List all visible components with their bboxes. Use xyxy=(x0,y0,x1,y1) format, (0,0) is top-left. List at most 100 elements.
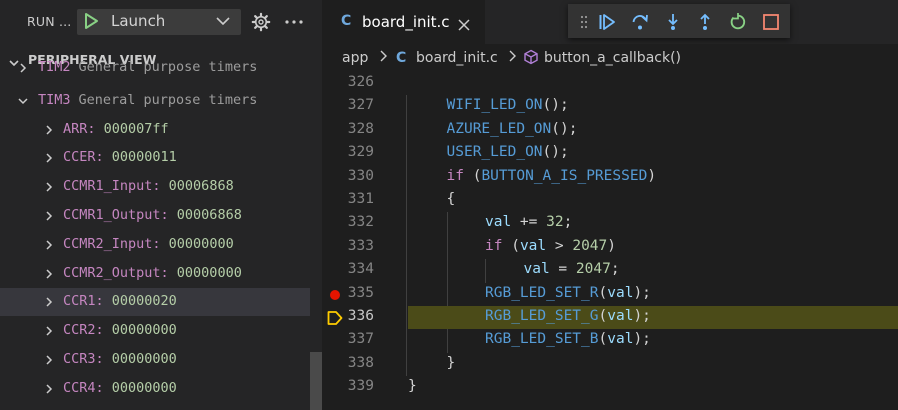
scrollbar-thumb[interactable] xyxy=(310,352,322,410)
register-name: TIM2 xyxy=(38,59,71,75)
chevron-right-icon[interactable] xyxy=(43,152,55,168)
breadcrumb-symbol[interactable]: button_a_callback() xyxy=(544,50,681,66)
tree-row[interactable]: CCMR1_Output: 00006868 xyxy=(0,202,310,230)
chevron-right-icon[interactable] xyxy=(43,210,55,226)
tree-row[interactable]: TIM2 General purpose timers xyxy=(0,54,310,82)
chevron-down-icon[interactable] xyxy=(17,95,29,111)
chevron-right-icon[interactable] xyxy=(43,268,55,284)
step-out-icon[interactable] xyxy=(696,13,714,35)
peripheral-description: General purpose timers xyxy=(78,91,258,108)
play-icon[interactable] xyxy=(82,12,100,34)
code-text: } xyxy=(408,378,417,394)
code-variable: val xyxy=(523,261,550,278)
code-line[interactable]: 338} xyxy=(322,353,898,376)
chevron-right-icon[interactable] xyxy=(43,383,55,399)
code-punctuation: { xyxy=(446,191,456,207)
step-into-icon[interactable] xyxy=(664,13,682,35)
register-name: CCR3: xyxy=(63,351,104,367)
code-line[interactable]: 329 USER_LED_ON(); xyxy=(322,142,898,165)
chevron-right-icon[interactable] xyxy=(17,62,29,78)
register-name: CCMR2_Input: xyxy=(63,235,161,252)
register-value: 00006868 xyxy=(168,207,242,223)
register-value: 00006868 xyxy=(160,178,234,195)
code-line[interactable]: 330 if (BUTTON_A_IS_PRESSED) xyxy=(322,166,898,189)
code-line[interactable]: 334 val = 2047; xyxy=(322,259,898,282)
code-line[interactable]: 327 WIFI_LED_ON(); xyxy=(322,95,898,118)
code-variable: val xyxy=(607,308,634,324)
code-line[interactable]: 335 RGB_LED_SET_R(val); xyxy=(322,283,898,306)
tree-row[interactable]: CCR1: 00000020 xyxy=(0,288,310,317)
code-punctuation: = xyxy=(549,261,576,278)
code-keyword: if xyxy=(485,237,503,254)
tree-row-label: CCMR2_Output: 00000000 xyxy=(63,265,242,281)
code-punctuation: ( xyxy=(463,167,482,184)
tree-row[interactable]: ARR: 000007ff xyxy=(0,116,310,144)
step-over-icon[interactable] xyxy=(631,13,649,35)
chevron-right-icon[interactable] xyxy=(43,124,55,140)
code-line[interactable]: 328 AZURE_LED_ON(); xyxy=(322,119,898,142)
line-number: 334 xyxy=(347,261,374,278)
gear-icon[interactable] xyxy=(251,12,271,36)
code-line[interactable]: 332 val += 32; xyxy=(322,212,898,235)
chevron-right-icon[interactable] xyxy=(43,181,55,197)
code-punctuation: (); xyxy=(551,120,578,137)
editor-tab[interactable]: C board_init.c xyxy=(322,0,485,44)
drag-grip-icon[interactable] xyxy=(580,14,588,33)
code-text: val += 32; xyxy=(485,214,572,230)
code-punctuation: ( xyxy=(598,284,608,301)
line-number: 330 xyxy=(347,167,374,184)
continue-icon[interactable] xyxy=(598,13,616,35)
code-punctuation: ; xyxy=(610,261,620,278)
chevron-down-icon[interactable] xyxy=(214,12,232,34)
tree-row[interactable]: CCER: 00000011 xyxy=(0,144,310,172)
tree-row[interactable]: CCR3: 00000000 xyxy=(0,346,310,374)
stop-icon[interactable] xyxy=(762,13,780,35)
code-line[interactable]: 326 xyxy=(322,72,898,95)
code-text: RGB_LED_SET_G(val); xyxy=(485,308,651,324)
code-text: val = 2047; xyxy=(524,261,620,277)
code-line[interactable]: 336 RGB_LED_SET_G(val); xyxy=(322,306,898,330)
code-punctuation: > xyxy=(546,237,573,254)
code-punctuation: ; xyxy=(563,214,573,231)
code-text: if (val > 2047) xyxy=(485,238,616,254)
code-text: if (BUTTON_A_IS_PRESSED) xyxy=(447,168,657,184)
tree-row-label: CCR2: 00000000 xyxy=(63,322,177,338)
chevron-right-icon[interactable] xyxy=(43,325,55,341)
tree-row-label: CCR3: 00000000 xyxy=(63,351,177,367)
code-editor[interactable]: 326 327 WIFI_LED_ON(); 328 AZURE_LED_ON(); 32… xyxy=(322,72,898,410)
launch-config-name[interactable]: Launch xyxy=(111,12,165,30)
code-punctuation: ( xyxy=(598,331,608,348)
chevron-right-icon[interactable] xyxy=(43,239,55,255)
tree-row[interactable]: CCR2: 00000000 xyxy=(0,317,310,345)
code-number: 2047 xyxy=(572,237,608,254)
run-and-debug-bar: RUN ... Launch xyxy=(0,0,322,44)
breadcrumb-file[interactable]: board_init.c xyxy=(416,50,498,66)
code-variable: val xyxy=(519,237,547,254)
code-line[interactable]: 337 RGB_LED_SET_B(val); xyxy=(322,329,898,352)
tree-row[interactable]: CCR4: 00000000 xyxy=(0,375,310,403)
tree-row[interactable]: CCMR1_Input: 00006868 xyxy=(0,173,310,201)
code-identifier: BUTTON_A_IS_PRESSED xyxy=(481,167,648,184)
code-line[interactable]: 331 { xyxy=(322,189,898,212)
tree-row-label: TIM3 General purpose timers xyxy=(38,92,257,108)
register-name: CCER: xyxy=(63,149,104,166)
tree-row[interactable]: CCMR2_Input: 00000000 xyxy=(0,231,310,259)
register-value: 00000000 xyxy=(103,379,177,396)
more-icon[interactable] xyxy=(284,12,304,36)
tree-row[interactable]: CCMR2_Output: 00000000 xyxy=(0,260,310,288)
register-name: TIM3 xyxy=(38,91,71,108)
code-punctuation: ) xyxy=(607,237,616,254)
code-variable: val xyxy=(607,284,634,301)
code-line[interactable]: 333 if (val > 2047) xyxy=(322,236,898,259)
chevron-right-icon[interactable] xyxy=(43,296,55,312)
code-line[interactable]: 339} xyxy=(322,376,898,399)
tab-filename[interactable]: board_init.c xyxy=(362,13,450,31)
tree-row-label: ARR: 000007ff xyxy=(63,121,169,137)
tree-row-label: CCR4: 00000000 xyxy=(63,380,177,396)
close-icon[interactable] xyxy=(458,16,470,35)
register-value: 00000000 xyxy=(160,235,234,252)
chevron-right-icon[interactable] xyxy=(43,354,55,370)
breadcrumb-folder[interactable]: app xyxy=(342,50,368,66)
tree-row[interactable]: TIM3 General purpose timers xyxy=(0,87,310,115)
restart-icon[interactable] xyxy=(729,13,747,35)
